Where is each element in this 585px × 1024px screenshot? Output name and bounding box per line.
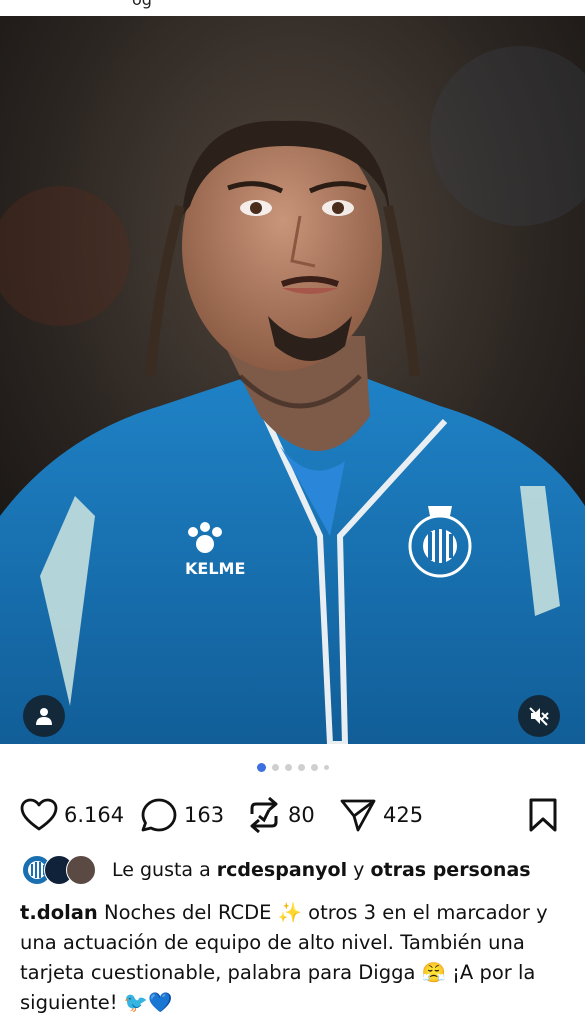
post-caption: t.dolan Noches del RCDE ✨ otros 3 en el … xyxy=(20,898,568,1018)
share-button[interactable]: 425 xyxy=(339,795,423,835)
carousel-dot xyxy=(297,764,305,771)
carousel-dot xyxy=(323,765,329,770)
person-icon xyxy=(36,708,52,725)
mute-button[interactable] xyxy=(518,695,560,737)
liked-by-others[interactable]: otras personas xyxy=(370,859,530,881)
action-bar: 6.164 163 80 425 xyxy=(0,795,585,835)
liked-by-middle: y xyxy=(347,859,371,881)
heart-icon xyxy=(20,798,58,831)
comment-bubble-icon xyxy=(141,798,177,832)
like-count: 6.164 xyxy=(64,803,125,827)
comment-button[interactable]: 163 xyxy=(140,795,224,835)
carousel-dot xyxy=(310,764,318,771)
save-button[interactable] xyxy=(527,795,559,835)
liked-by-prefix: Le gusta a xyxy=(112,859,217,881)
caption-username[interactable]: t.dolan xyxy=(20,901,98,924)
share-count: 425 xyxy=(383,803,424,827)
repost-count: 80 xyxy=(288,803,315,827)
carousel-dot xyxy=(284,764,292,771)
tagged-users-button[interactable] xyxy=(23,695,65,737)
liked-by-user[interactable]: rcdespanyol xyxy=(217,859,347,881)
carousel-dot-active xyxy=(256,763,266,772)
repost-icon xyxy=(250,796,278,834)
svg-text:KELME: KELME xyxy=(185,559,245,578)
carousel-indicator xyxy=(0,763,585,772)
cut-off-text: og xyxy=(132,0,152,9)
repost-button[interactable]: 80 xyxy=(246,795,315,835)
carousel-dot xyxy=(271,764,279,771)
like-button[interactable]: 6.164 xyxy=(20,795,124,835)
player-portrait: KELME xyxy=(0,16,585,744)
speaker-muted-icon xyxy=(529,707,549,726)
liked-by-line[interactable]: Le gusta a rcdespanyol y otras personas xyxy=(22,855,531,885)
avatar xyxy=(66,855,96,885)
post-photo[interactable]: KELME xyxy=(0,16,585,744)
liked-by-avatars xyxy=(22,855,102,885)
caption-text: Noches del RCDE ✨ otros 3 en el marcador… xyxy=(20,901,548,1014)
comment-count: 163 xyxy=(184,803,225,827)
top-status-fragment: og xyxy=(0,0,585,16)
send-icon xyxy=(340,799,376,832)
bookmark-icon xyxy=(529,798,557,832)
